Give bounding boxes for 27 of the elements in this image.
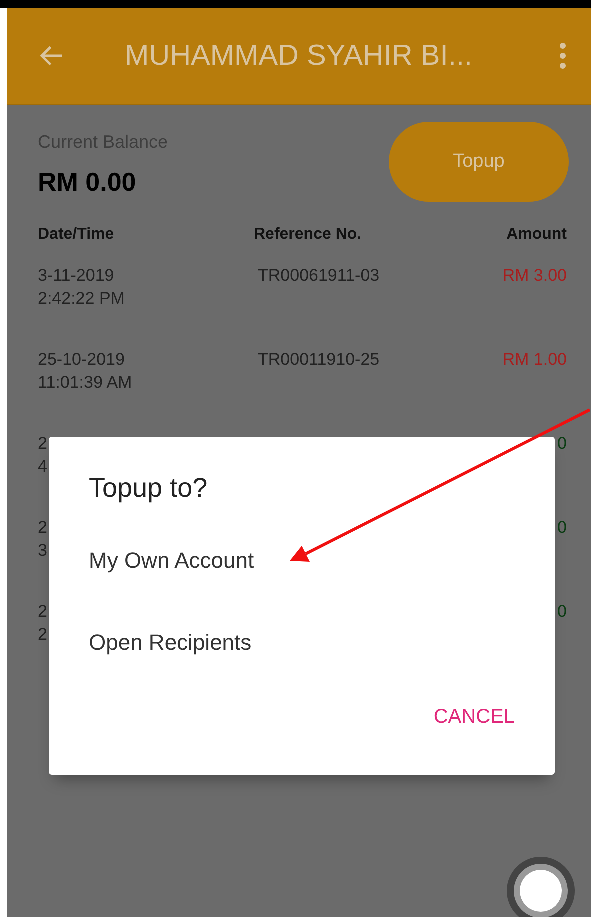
amount-text: 0 <box>558 434 567 453</box>
reference-number: TR00011910-25 <box>258 350 380 369</box>
app-bar-title: MUHAMMAD SYAHIR BI... <box>124 40 474 72</box>
column-header: Date/Time <box>38 226 116 245</box>
dialog-option[interactable]: Open Recipients <box>89 630 252 656</box>
more-options-icon[interactable] <box>559 41 567 71</box>
reference-number: TR00061911-03 <box>258 266 380 285</box>
date-text: 25-10-2019 <box>38 350 125 370</box>
time-text: 11:01:39 AM <box>38 373 132 393</box>
date-text: 2 <box>38 602 48 622</box>
dialog-option[interactable]: My Own Account <box>89 548 254 574</box>
date-text: 2 <box>38 434 48 454</box>
date-text: 2 <box>38 518 48 538</box>
amount-text: 0 <box>558 518 567 537</box>
amount-text: 0 <box>558 602 567 621</box>
time-text: 2 <box>38 625 48 645</box>
date-text: 3-11-2019 <box>38 266 114 286</box>
time-text: 3 <box>38 541 48 561</box>
column-header: Amount <box>506 226 567 245</box>
column-header: Reference No. <box>253 226 363 245</box>
balance-amount: RM 0.00 <box>38 167 138 198</box>
dialog-title: Topup to? <box>89 473 209 504</box>
time-text: 4 <box>38 457 48 477</box>
amount-text: RM 1.00 <box>502 350 567 369</box>
cancel-button[interactable]: CANCEL <box>434 702 515 733</box>
time-text: 2:42:22 PM <box>38 289 125 309</box>
amount-text: RM 3.00 <box>502 266 567 285</box>
